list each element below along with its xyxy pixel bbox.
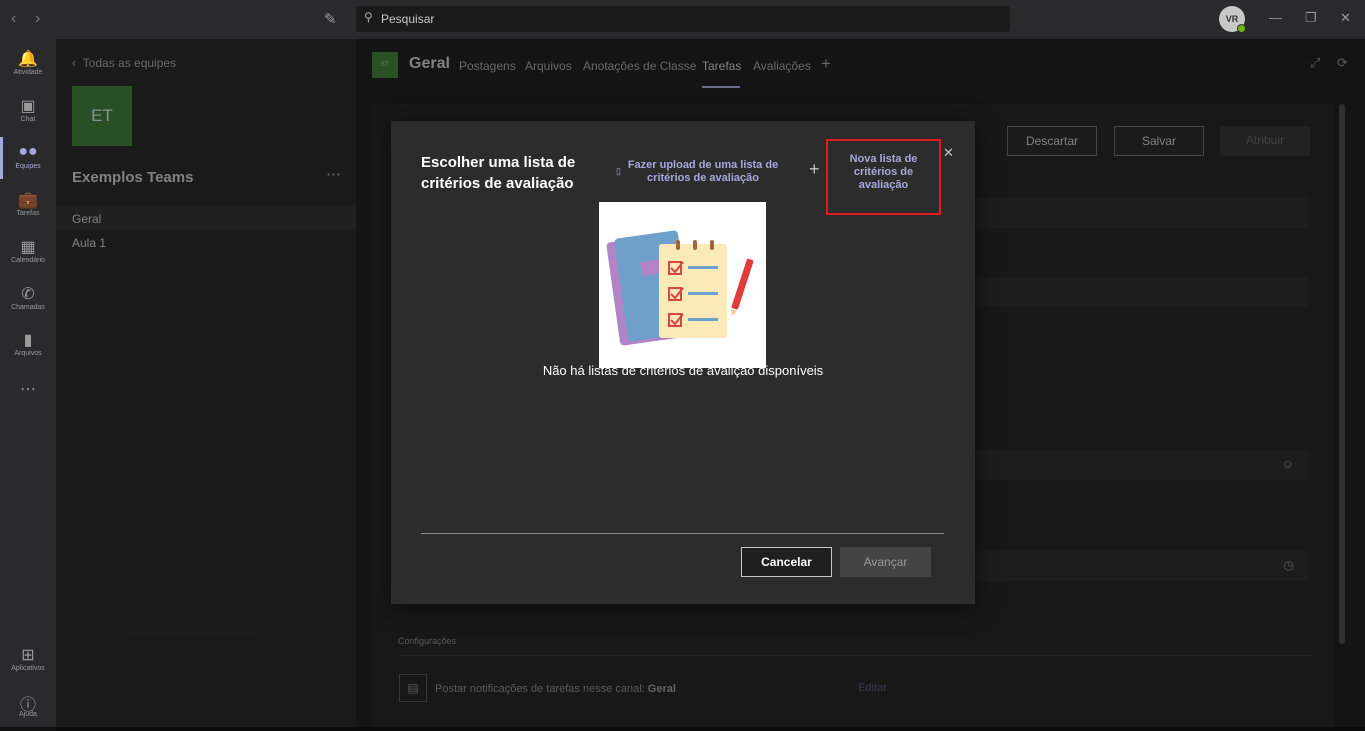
rail-label: Chamadas	[11, 304, 45, 311]
rail-item-teams[interactable]: ●● Equipes	[0, 137, 56, 179]
rail-item-apps[interactable]: ⊞ Aplicativos	[0, 645, 56, 672]
dialog-title: Escolher uma lista de critérios de avali…	[421, 154, 576, 192]
rail-item-chat[interactable]: ▣ Chat	[0, 96, 56, 123]
compose-icon[interactable]: ✎	[324, 10, 337, 28]
back-arrow-icon[interactable]: ‹	[11, 10, 16, 28]
bell-icon: 🔔	[18, 51, 38, 68]
rail-label: Aplicativos	[11, 665, 45, 672]
forward-arrow-icon[interactable]: ›	[35, 10, 40, 28]
rail-item-files[interactable]: ▮ Arquivos	[0, 330, 56, 357]
maximize-icon[interactable]: ❐	[1305, 10, 1317, 26]
chat-icon: ▣	[20, 98, 36, 115]
rail-label: Calendário	[11, 257, 45, 264]
rail-item-assignments[interactable]: 💼 Tarefas	[0, 190, 56, 217]
rail-item-calendar[interactable]: ▦ Calendário	[0, 237, 56, 264]
avatar[interactable]: VR	[1219, 6, 1246, 33]
new-rubric-link[interactable]: Nova lista de critérios de avaliação	[826, 139, 941, 215]
rail-label: Ajuda	[19, 711, 37, 718]
avatar-initials: VR	[1225, 14, 1239, 24]
presence-dot	[1237, 24, 1246, 33]
files-icon: ▮	[23, 332, 33, 349]
cancel-button[interactable]: Cancelar	[741, 547, 832, 577]
checklist-illustration-svg	[606, 230, 754, 346]
search-input[interactable]: ⚲ Pesquisar	[356, 6, 1010, 32]
search-placeholder: Pesquisar	[381, 12, 435, 26]
rail-label: Chat	[20, 116, 36, 123]
close-icon[interactable]: ✕	[943, 145, 954, 161]
rail-item-help[interactable]: ⓘ Ajuda	[0, 691, 56, 718]
close-window-icon[interactable]: ✕	[1340, 10, 1351, 26]
calendar-icon: ▦	[20, 239, 36, 256]
teams-icon: ●●	[18, 143, 38, 160]
checklist-illustration	[599, 202, 766, 368]
rail-item-calls[interactable]: ✆ Chamadas	[0, 284, 56, 311]
rail-label: Tarefas	[16, 210, 40, 217]
ellipsis-icon: ⋯	[20, 381, 36, 398]
assignments-icon: 💼	[18, 192, 38, 209]
more-apps-button[interactable]: ⋯	[0, 379, 56, 398]
minimize-icon[interactable]: —	[1269, 10, 1282, 25]
dialog-divider	[421, 533, 944, 534]
rail-label: Arquivos	[14, 350, 42, 357]
rail-item-activity[interactable]: 🔔 Atividade	[0, 49, 56, 76]
next-button[interactable]: Avançar	[840, 547, 931, 577]
empty-state-text: Não há listas de critérios de avalição d…	[542, 363, 824, 378]
apps-icon: ⊞	[21, 647, 35, 664]
help-icon: ⓘ	[19, 697, 36, 714]
plus-icon: +	[809, 159, 820, 179]
app-rail: 🔔 Atividade ▣ Chat ●● Equipes 💼 Tarefas …	[0, 39, 56, 731]
rail-label: Equipes	[15, 163, 41, 170]
search-icon: ⚲	[364, 10, 373, 24]
rail-label: Atividade	[13, 69, 43, 76]
rubric-dialog: Escolher uma lista de critérios de avali…	[391, 121, 975, 604]
title-bar: ‹ › ✎ ⚲ Pesquisar VR — ❐ ✕	[0, 0, 1365, 39]
phone-icon: ✆	[21, 286, 35, 303]
upload-rubric-link[interactable]: Fazer upload de uma lista de critérios d…	[613, 159, 793, 185]
